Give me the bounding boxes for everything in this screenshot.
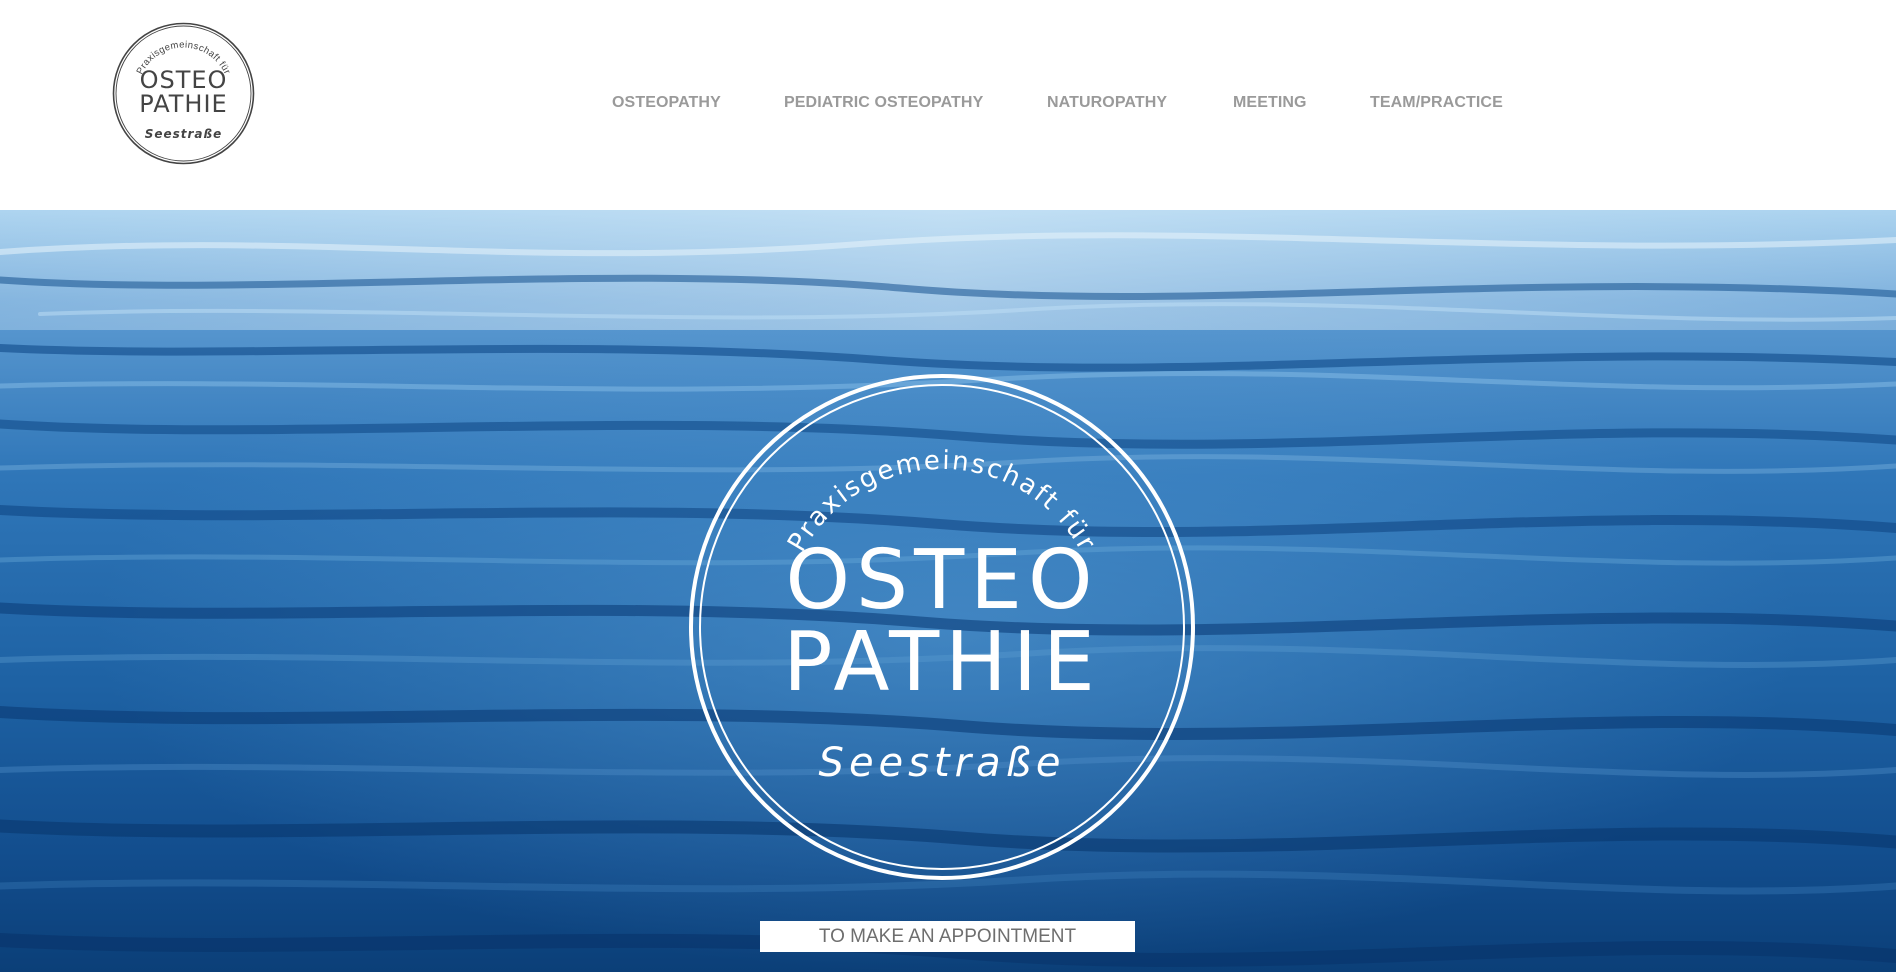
nav-pediatric-osteopathy[interactable]: PEDIATRIC OSTEOPATHY (784, 94, 983, 112)
hero-logo: Praxisgemeinschaft für OSTEO PATHIE Sees… (689, 374, 1195, 880)
nav-meeting[interactable]: MEETING (1233, 94, 1307, 112)
nav-naturopathy[interactable]: NATUROPATHY (1047, 94, 1167, 112)
nav-osteopathy[interactable]: OSTEOPATHY (612, 94, 721, 112)
site-header: Praxisgemeinschaft für OSTEO PATHIE Sees… (0, 0, 1896, 210)
hero-section: Praxisgemeinschaft für OSTEO PATHIE Sees… (0, 210, 1896, 972)
appointment-button[interactable]: TO MAKE AN APPOINTMENT (760, 921, 1135, 952)
hero-logo-subtitle: Seestraße (819, 740, 1066, 786)
main-nav: OSTEOPATHY PEDIATRIC OSTEOPATHY NATUROPA… (0, 94, 1896, 118)
hero-logo-line2: PATHIE (783, 615, 1101, 710)
hero-logo-line1: OSTEO (785, 533, 1098, 628)
logo-subtitle: Seestraße (145, 127, 223, 141)
nav-team-practice[interactable]: TEAM/PRACTICE (1370, 94, 1503, 112)
